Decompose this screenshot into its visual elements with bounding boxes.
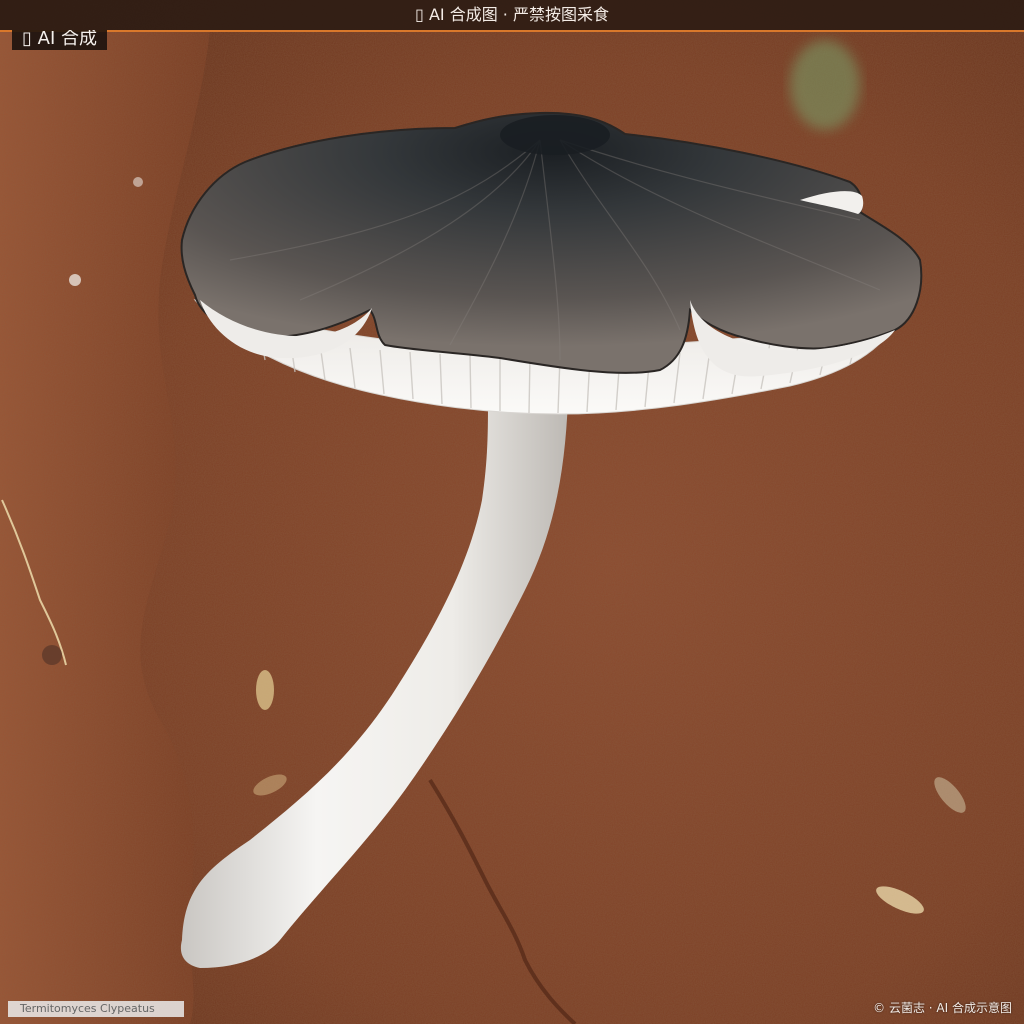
termite (256, 670, 274, 710)
species-caption: Termitomyces Clypeatus (8, 1001, 184, 1017)
warning-banner: ▯ AI 合成图 · 严禁按图采食 (0, 0, 1024, 32)
cap-umbo (500, 115, 610, 155)
credit-text: © 云菌志 · AI 合成示意图 (873, 1001, 1012, 1015)
leaf-blur (790, 40, 860, 130)
mushroom-photo (0, 0, 1024, 1024)
ai-badge: ▯ AI 合成 (12, 30, 107, 50)
